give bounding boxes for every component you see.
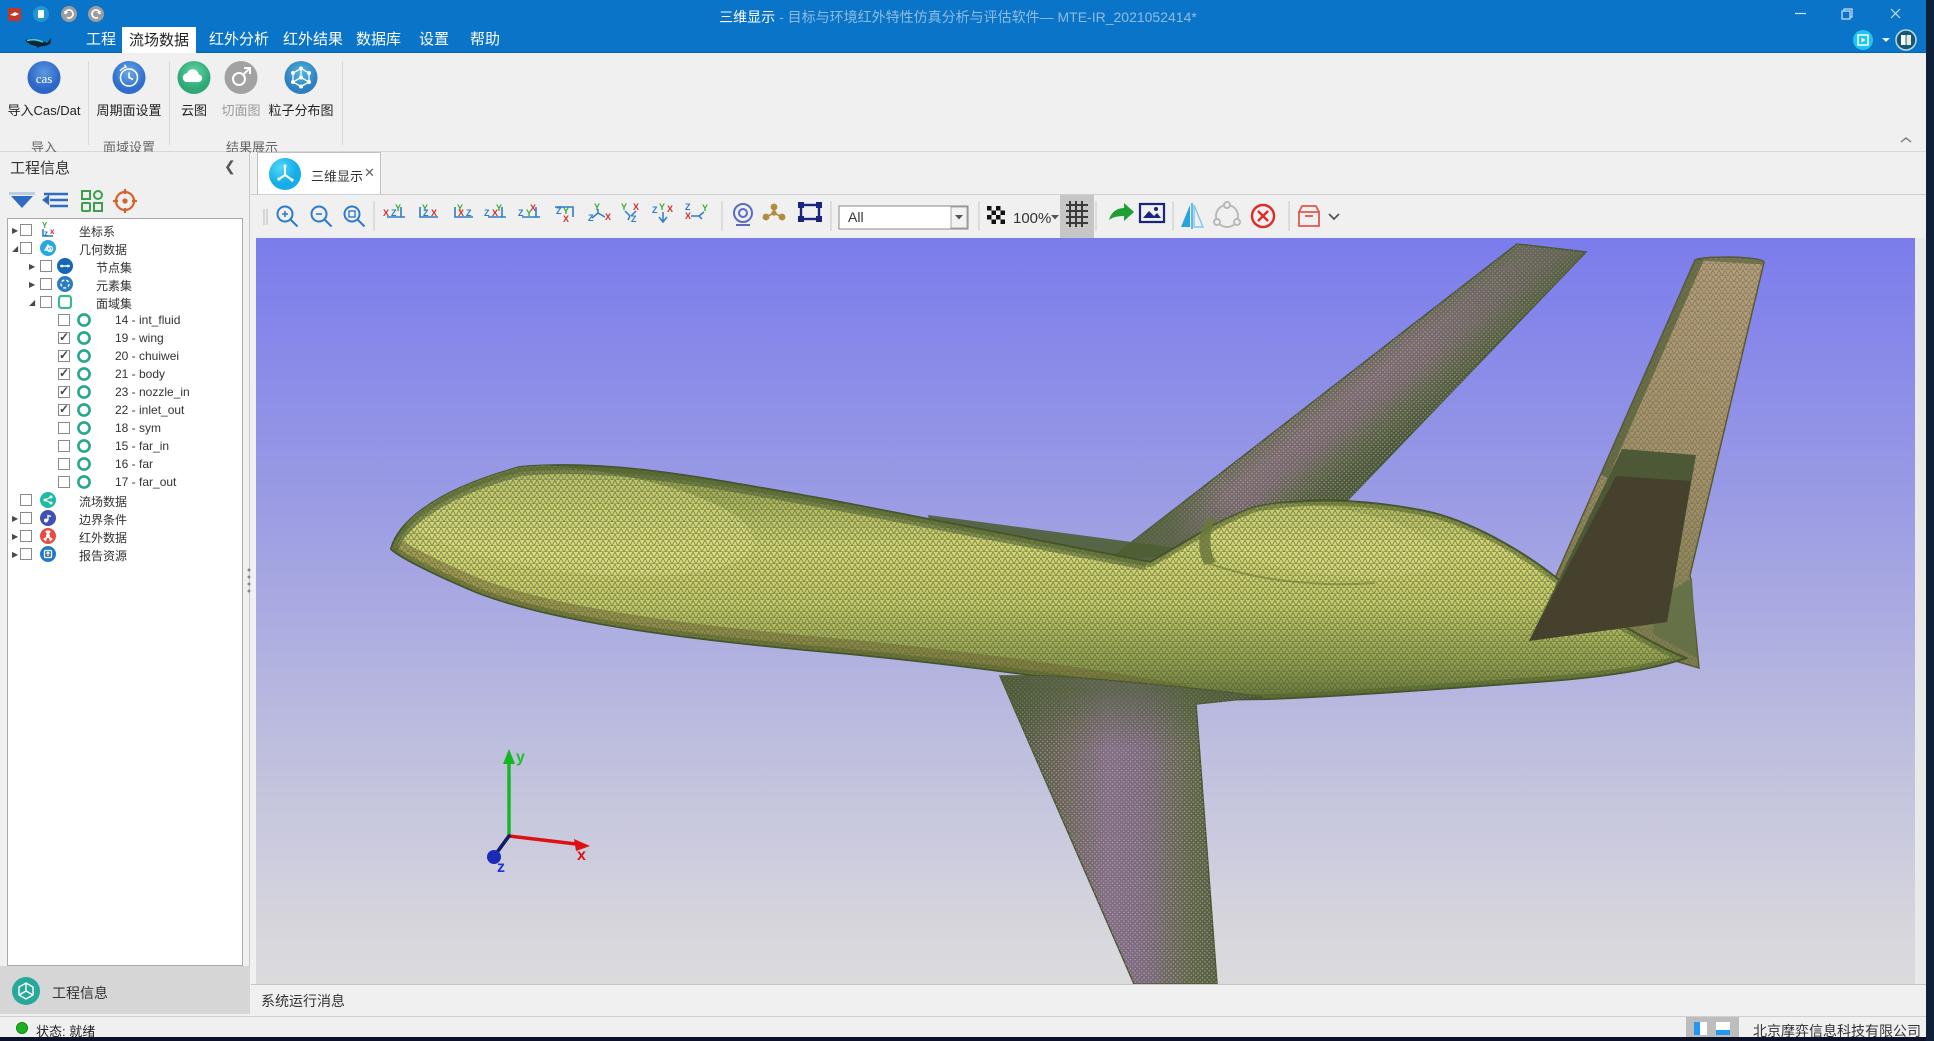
svg-text:100%: 100% <box>1013 210 1051 227</box>
svg-text:z: z <box>497 859 505 876</box>
svg-text:All: All <box>848 209 864 225</box>
svg-text:y: y <box>516 749 525 766</box>
svg-text:x: x <box>50 227 55 236</box>
svg-text:z: z <box>44 229 48 238</box>
svg-text:x: x <box>577 847 586 864</box>
svg-text:cas: cas <box>36 71 53 86</box>
